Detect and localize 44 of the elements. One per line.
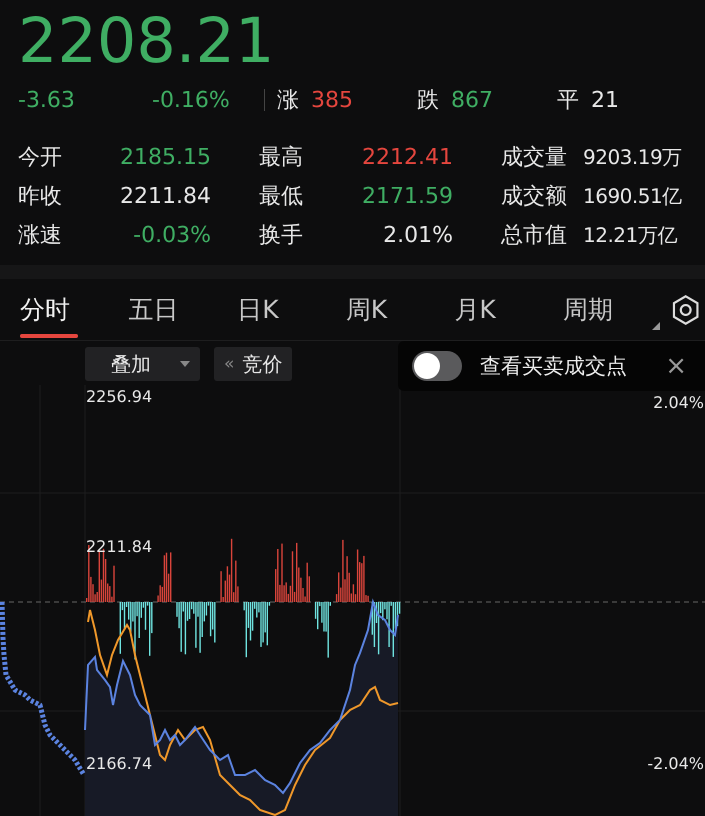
- breadth-label: 平: [557, 87, 579, 115]
- auction-button[interactable]: « 竞价: [214, 347, 292, 381]
- chart-tab[interactable]: 周K: [346, 279, 454, 340]
- breadth-label: 涨: [277, 87, 299, 115]
- axis-label: 2211.84: [86, 538, 152, 556]
- overlay-dropdown[interactable]: 叠加: [85, 347, 200, 381]
- stat-value: 9203.19万: [583, 144, 683, 171]
- price-change: -3.63: [18, 88, 76, 112]
- popup-label: 查看买卖成交点: [480, 353, 627, 380]
- settings-icon[interactable]: [672, 294, 699, 324]
- stat-value: 2.01%: [382, 222, 453, 250]
- toggle-switch[interactable]: [412, 351, 462, 381]
- chart-tab[interactable]: 月K: [454, 279, 563, 340]
- percent-change: -0.16%: [152, 88, 231, 112]
- breadth-count: 21: [591, 88, 619, 112]
- stat-value: 2212.41: [361, 144, 453, 172]
- chart-tab[interactable]: 周期: [562, 279, 672, 340]
- stat-value: 1690.51亿: [583, 183, 683, 210]
- stat-value: -0.03%: [132, 222, 211, 250]
- stat-label: 涨速: [18, 222, 63, 250]
- axis-label: -2.04%: [647, 755, 704, 773]
- close-button[interactable]: ×: [665, 351, 687, 381]
- stat-label: 最低: [258, 183, 304, 211]
- stat-label: 昨收: [18, 183, 63, 211]
- stat-value: 2185.15: [119, 144, 211, 172]
- breadth-count: 867: [451, 88, 493, 112]
- stat-value: 2211.84: [119, 183, 211, 211]
- breadth-label: 跌: [417, 87, 439, 115]
- stat-label: 最高: [258, 144, 304, 172]
- stat-label: 换手: [258, 222, 304, 250]
- chart-tab[interactable]: 五日: [128, 279, 238, 340]
- stat-label: 今开: [18, 144, 63, 172]
- axis-label: 2256.94: [86, 388, 152, 406]
- index-price: 2208.21: [18, 4, 274, 78]
- chart-tab[interactable]: 日K: [237, 279, 346, 340]
- stat-label: 成交量: [500, 144, 568, 172]
- stat-value: 12.21万亿: [583, 222, 678, 249]
- stat-label: 成交额: [500, 183, 568, 211]
- stat-label: 总市值: [500, 222, 568, 250]
- stat-value: 2171.59: [361, 183, 453, 211]
- axis-label: 2.04%: [653, 394, 704, 412]
- breadth-count: 385: [311, 88, 353, 112]
- axis-label: 2166.74: [86, 755, 152, 773]
- chart-tab[interactable]: 分时: [20, 279, 129, 340]
